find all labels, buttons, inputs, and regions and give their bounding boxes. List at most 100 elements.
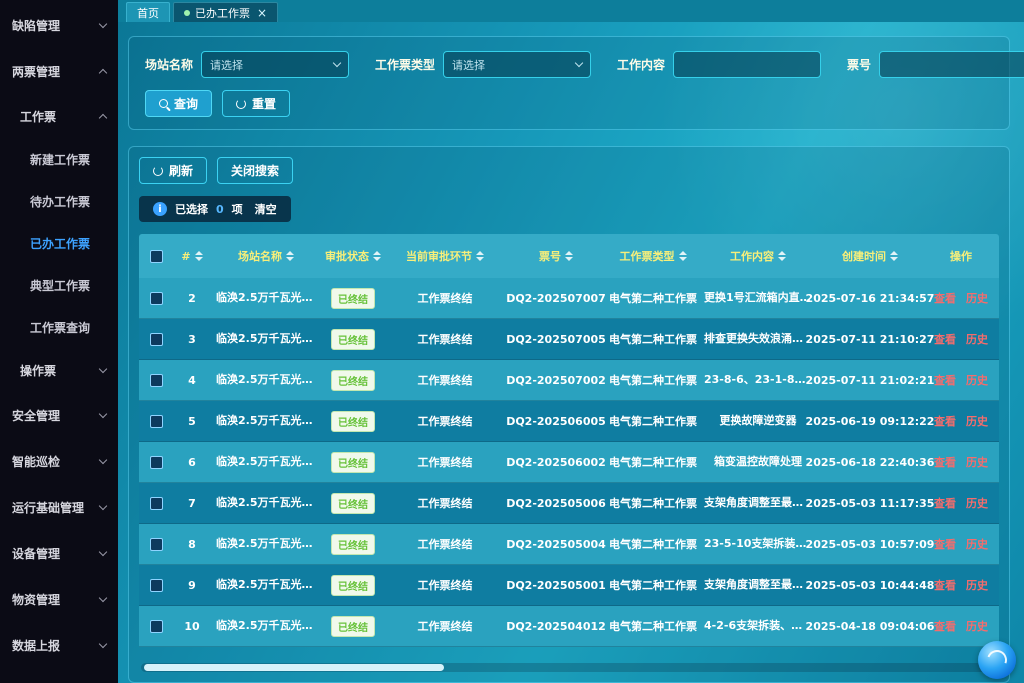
tab-done-work-tickets[interactable]: 已办工作票 × xyxy=(173,2,278,22)
created-time: 2025-05-03 10:44:48 xyxy=(817,579,923,592)
sort-icon[interactable] xyxy=(286,251,294,261)
row-checkbox[interactable] xyxy=(150,333,163,346)
work-content: 箱变温控故障处理 xyxy=(699,442,817,482)
sort-icon[interactable] xyxy=(778,251,786,261)
sidebar-item-operation-ticket[interactable]: 操作票 xyxy=(0,348,118,392)
reset-button[interactable]: 重置 xyxy=(222,90,290,117)
sidebar-item-material-mgmt[interactable]: 物资管理 xyxy=(0,576,118,622)
row-select-cell xyxy=(139,497,173,510)
approval-step: 工作票终结 xyxy=(385,454,505,470)
close-icon[interactable]: × xyxy=(257,6,267,20)
view-link[interactable]: 查看 xyxy=(934,413,956,429)
sort-icon[interactable] xyxy=(890,251,898,261)
caret-down-icon xyxy=(778,257,786,261)
history-link[interactable]: 历史 xyxy=(966,290,988,306)
row-checkbox[interactable] xyxy=(150,620,163,633)
history-link[interactable]: 历史 xyxy=(966,577,988,593)
query-button[interactable]: 查询 xyxy=(145,90,212,117)
refresh-button[interactable]: 刷新 xyxy=(139,157,207,184)
sidebar-item-new-work-ticket[interactable]: 新建工作票 xyxy=(0,138,118,180)
tab-home[interactable]: 首页 xyxy=(126,2,170,22)
chevron-down-icon xyxy=(99,409,107,417)
column-header[interactable]: 创建时间 xyxy=(817,248,923,264)
view-link[interactable]: 查看 xyxy=(934,290,956,306)
history-link[interactable]: 历史 xyxy=(966,618,988,634)
column-header[interactable]: 工作票类型 xyxy=(607,248,699,264)
sidebar-item-typical-work-ticket[interactable]: 典型工作票 xyxy=(0,264,118,306)
work-content: 支架角度调整至最佳角度 xyxy=(699,483,817,523)
row-index: 9 xyxy=(173,579,211,592)
row-checkbox[interactable] xyxy=(150,374,163,387)
column-header[interactable]: 场站名称 xyxy=(211,248,321,264)
sidebar-item-pending-work-ticket[interactable]: 待办工作票 xyxy=(0,180,118,222)
sidebar: 缺陷管理 两票管理 工作票 新建工作票 待办工作票 已办工作票 典型工作票 工作… xyxy=(0,0,118,683)
row-checkbox[interactable] xyxy=(150,538,163,551)
view-link[interactable]: 查看 xyxy=(934,495,956,511)
view-link[interactable]: 查看 xyxy=(934,372,956,388)
column-header[interactable]: 审批状态 xyxy=(321,248,385,264)
history-link[interactable]: 历史 xyxy=(966,372,988,388)
sidebar-item-equipment-mgmt[interactable]: 设备管理 xyxy=(0,530,118,576)
row-checkbox[interactable] xyxy=(150,415,163,428)
search-icon xyxy=(159,99,168,108)
sidebar-item-work-ticket[interactable]: 工作票 xyxy=(0,94,118,138)
history-link[interactable]: 历史 xyxy=(966,495,988,511)
view-link[interactable]: 查看 xyxy=(934,536,956,552)
view-link[interactable]: 查看 xyxy=(934,577,956,593)
row-actions: 查看历史 xyxy=(923,536,999,552)
station-name: 临涣2.5万千瓦光伏电... xyxy=(211,606,321,646)
history-link[interactable]: 历史 xyxy=(966,413,988,429)
history-link[interactable]: 历史 xyxy=(966,331,988,347)
sidebar-item-operation-basic-mgmt[interactable]: 运行基础管理 xyxy=(0,484,118,530)
sidebar-item-safety-mgmt[interactable]: 安全管理 xyxy=(0,392,118,438)
sidebar-item-smart-inspection[interactable]: 智能巡检 xyxy=(0,438,118,484)
row-checkbox[interactable] xyxy=(150,292,163,305)
sort-icon[interactable] xyxy=(679,251,687,261)
ticket-type: 电气第二种工作票 xyxy=(607,536,699,552)
column-header[interactable]: # xyxy=(173,250,211,263)
sidebar-item-data-report[interactable]: 数据上报 xyxy=(0,622,118,668)
sort-icon[interactable] xyxy=(373,251,381,261)
station-name-select[interactable]: 请选择 xyxy=(201,51,349,78)
column-label: 场站名称 xyxy=(238,248,282,264)
view-link[interactable]: 查看 xyxy=(934,331,956,347)
horizontal-scrollbar[interactable] xyxy=(141,663,997,672)
close-search-button[interactable]: 关闭搜索 xyxy=(217,157,293,184)
column-header[interactable]: 操作 xyxy=(923,248,999,264)
table-row: 4临涣2.5万千瓦光伏电...已终结工作票终结DQ2-202507002电气第二… xyxy=(139,360,999,401)
ticket-no-input[interactable] xyxy=(879,51,1024,78)
menu-label: 物资管理 xyxy=(12,591,60,608)
floating-logo[interactable] xyxy=(978,641,1016,679)
ticket-no-group: 票号 xyxy=(847,51,1024,78)
view-link[interactable]: 查看 xyxy=(934,618,956,634)
approval-step: 工作票终结 xyxy=(385,331,505,347)
select-all-checkbox[interactable] xyxy=(150,250,163,263)
created-time: 2025-05-03 10:57:09 xyxy=(817,538,923,551)
history-link[interactable]: 历史 xyxy=(966,454,988,470)
column-header[interactable]: 工作内容 xyxy=(699,248,817,264)
sort-icon[interactable] xyxy=(565,251,573,261)
clear-selection-link[interactable]: 清空 xyxy=(255,201,277,217)
view-link[interactable]: 查看 xyxy=(934,454,956,470)
ticket-type-select[interactable]: 请选择 xyxy=(443,51,591,78)
history-link[interactable]: 历史 xyxy=(966,536,988,552)
sort-icon[interactable] xyxy=(195,251,203,261)
column-label: 审批状态 xyxy=(325,248,369,264)
work-content: 23-5-10支架拆装、焊接... xyxy=(699,524,817,564)
sidebar-item-two-ticket-mgmt[interactable]: 两票管理 xyxy=(0,48,118,94)
sidebar-item-defect-mgmt[interactable]: 缺陷管理 xyxy=(0,2,118,48)
work-content-input[interactable] xyxy=(673,51,821,78)
scrollbar-thumb[interactable] xyxy=(144,664,444,671)
row-checkbox[interactable] xyxy=(150,497,163,510)
row-checkbox[interactable] xyxy=(150,579,163,592)
sidebar-item-work-ticket-query[interactable]: 工作票查询 xyxy=(0,306,118,348)
row-checkbox[interactable] xyxy=(150,456,163,469)
sort-icon[interactable] xyxy=(476,251,484,261)
sidebar-item-done-work-ticket[interactable]: 已办工作票 xyxy=(0,222,118,264)
row-select-cell xyxy=(139,579,173,592)
chevron-down-icon xyxy=(99,639,107,647)
menu-label: 安全管理 xyxy=(12,407,60,424)
column-header[interactable]: 当前审批环节 xyxy=(385,248,505,264)
column-header[interactable]: 票号 xyxy=(505,248,607,264)
row-select-cell xyxy=(139,292,173,305)
